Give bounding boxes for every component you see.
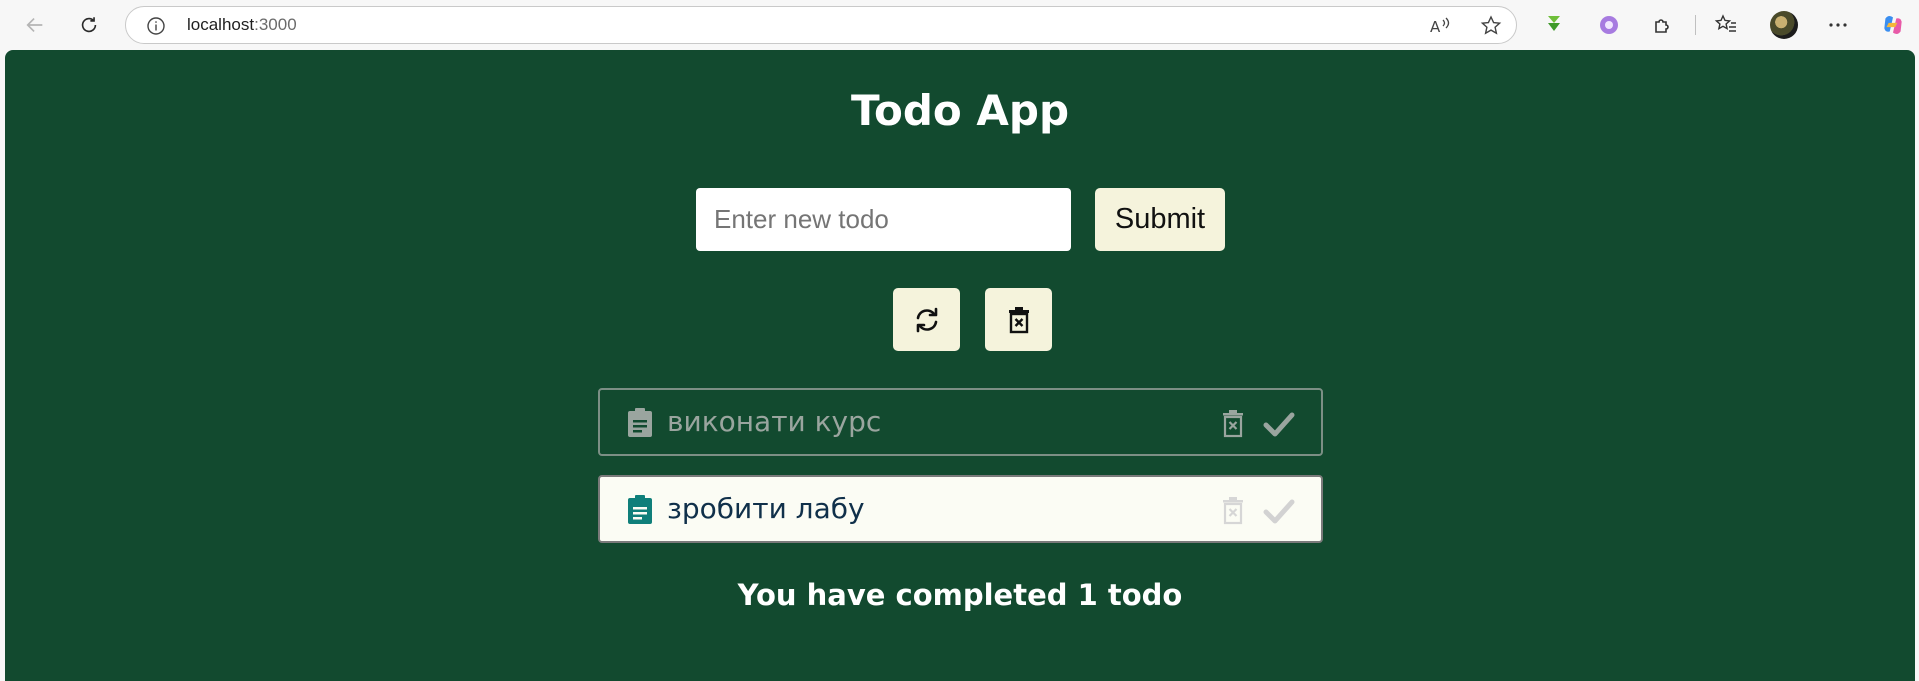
submit-button[interactable]: Submit: [1095, 188, 1225, 251]
reload-icon: [81, 17, 97, 33]
more-button[interactable]: [1825, 12, 1851, 38]
delete-todo-icon[interactable]: [1220, 497, 1246, 525]
clear-all-button[interactable]: [985, 288, 1052, 351]
refresh-icon: [916, 307, 937, 332]
flower-extension-button[interactable]: [1596, 12, 1622, 38]
profile-avatar[interactable]: [1770, 11, 1798, 39]
back-arrow-icon: [26, 17, 43, 33]
download-extension-button[interactable]: [1541, 12, 1567, 38]
back-button[interactable]: [19, 9, 51, 41]
read-aloud-icon[interactable]: A: [1428, 14, 1452, 38]
copilot-icon: [1884, 16, 1902, 34]
favorite-star-icon[interactable]: [1479, 14, 1503, 38]
new-todo-input[interactable]: [696, 188, 1071, 251]
browser-toolbar: localhost:3000 A: [0, 0, 1919, 50]
site-info-icon[interactable]: [146, 16, 166, 36]
clipboard-note-icon: [628, 408, 652, 437]
complete-todo-icon[interactable]: [1263, 497, 1295, 525]
url-port: :3000: [254, 15, 297, 34]
app-page: Todo App Submit виконати курс: [5, 50, 1915, 681]
clipboard-note-icon: [628, 495, 652, 524]
todo-text[interactable]: зробити лабу: [667, 492, 865, 525]
page-title: Todo App: [850, 86, 1070, 135]
favorites-button[interactable]: [1713, 12, 1739, 38]
download-extension-icon: [1548, 16, 1560, 31]
url-host: localhost: [187, 15, 255, 34]
refresh-button[interactable]: [893, 288, 960, 351]
todo-item-completed[interactable]: виконати курс: [598, 388, 1323, 456]
reload-button[interactable]: [73, 9, 105, 41]
completion-summary: You have completed 1 todo: [737, 578, 1183, 612]
extensions-button[interactable]: [1650, 12, 1676, 38]
complete-todo-icon[interactable]: [1263, 410, 1295, 438]
extensions-puzzle-icon: [1655, 19, 1669, 33]
toolbar-divider: [1695, 15, 1696, 35]
copilot-button[interactable]: [1880, 12, 1906, 38]
clear-all-icon: [1008, 306, 1029, 333]
todo-text[interactable]: виконати курс: [667, 405, 881, 438]
address-bar[interactable]: localhost:3000 A: [125, 6, 1517, 44]
favorites-list-icon: [1714, 14, 1736, 32]
url-text[interactable]: localhost:3000: [187, 15, 297, 35]
todo-item-pending[interactable]: зробити лабу: [598, 475, 1323, 543]
flower-extension-icon: [1600, 16, 1618, 34]
svg-text:A: A: [1430, 18, 1441, 36]
more-dots-icon: [1829, 23, 1847, 27]
delete-todo-icon[interactable]: [1220, 410, 1246, 438]
